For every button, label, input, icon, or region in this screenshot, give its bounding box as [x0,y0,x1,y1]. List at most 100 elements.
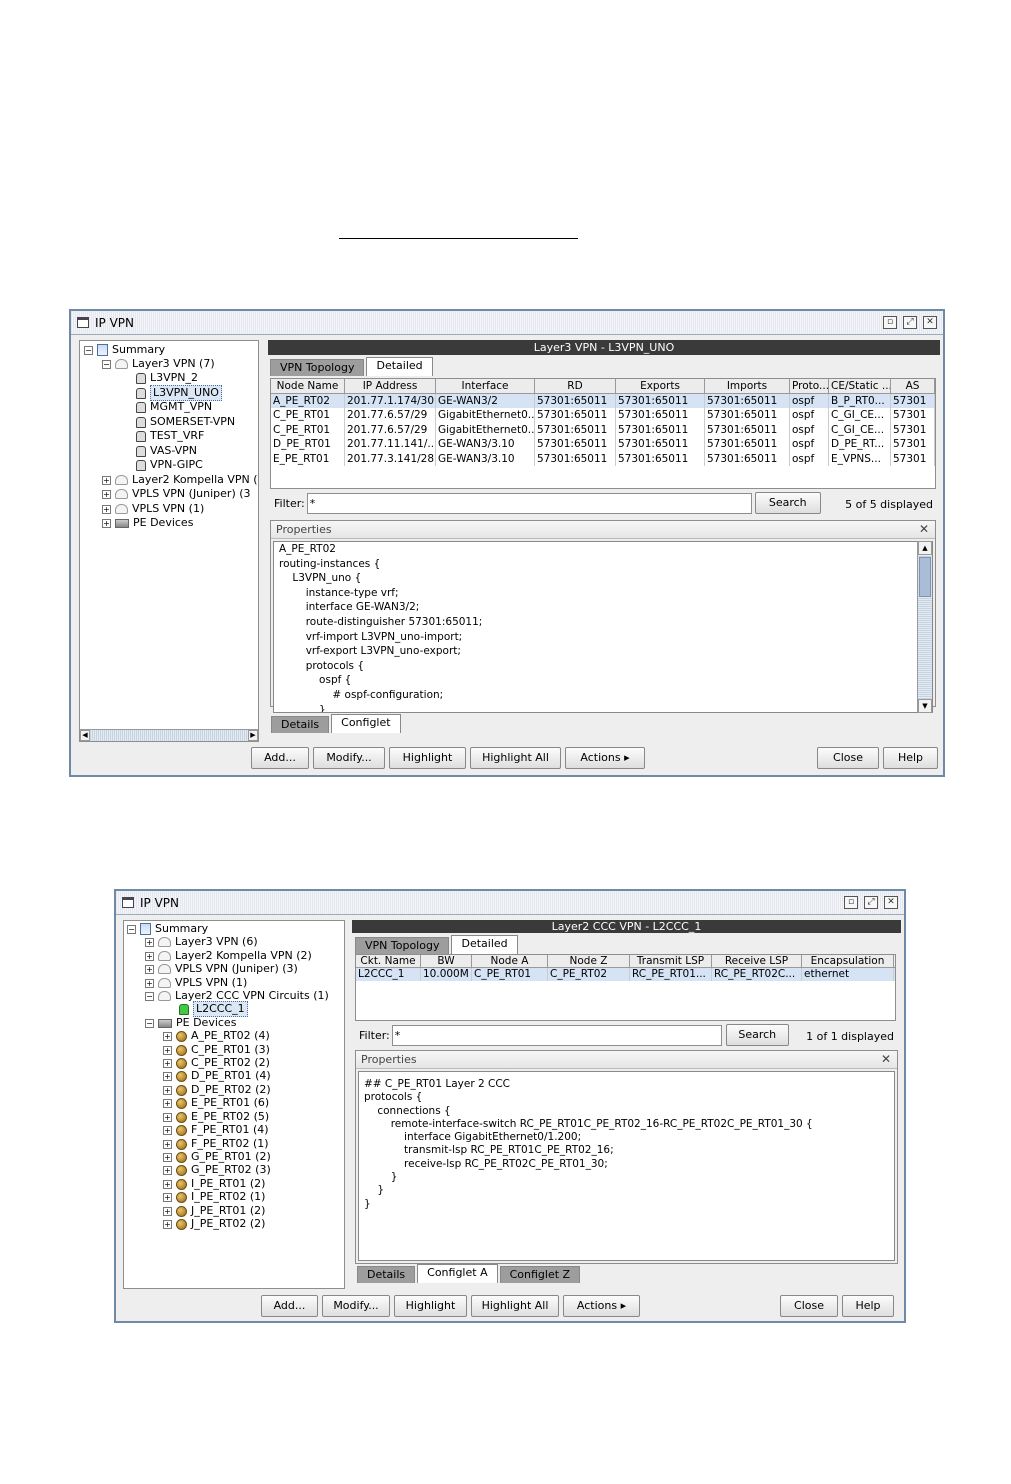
tree-node-l3vpn-uno[interactable]: L3VPN_UNO [136,385,222,401]
tree-node-layer2-kompella[interactable]: + Layer2 Kompella VPN (2) [145,949,312,963]
expand-icon[interactable]: + [145,951,154,961]
tree-node-layer2-kompella[interactable]: + Layer2 Kompella VPN (2 [102,473,258,487]
highlight-button[interactable]: Highlight [389,747,466,769]
tree-node-vas-vpn[interactable]: VAS-VPN [136,444,197,458]
table-row[interactable]: D_PE_RT01 201.77.11.141/... GE-WAN3/3.10… [271,437,935,452]
highlight-all-button[interactable]: Highlight All [471,1295,559,1317]
collapse-icon[interactable]: − [145,1018,154,1028]
help-button[interactable]: Help [883,747,938,769]
tab-details[interactable]: Details [271,716,330,733]
tab-detailed[interactable]: Detailed [451,935,518,954]
scroll-down-icon[interactable]: ▼ [918,699,932,713]
column-header[interactable]: Encapsulation [802,955,894,967]
tree-node-vpn-gipc[interactable]: VPN-GIPC [136,458,203,472]
minimize-icon[interactable]: ▫ [844,896,858,909]
column-header[interactable]: Transmit LSP [630,955,712,967]
expand-icon[interactable]: + [163,1045,172,1055]
actions-menu-button[interactable]: Actions ▸ [563,1295,640,1317]
tree-node-device[interactable]: + F_PE_RT02 (1) [163,1137,269,1151]
expand-icon[interactable]: + [163,1085,172,1095]
expand-icon[interactable]: + [145,937,154,947]
tree-node-summary[interactable]: − Summary [127,922,208,936]
tree-node-device[interactable]: + C_PE_RT01 (3) [163,1043,270,1057]
expand-icon[interactable]: + [163,1206,172,1216]
tree-node-device[interactable]: + C_PE_RT02 (2) [163,1056,270,1070]
close-icon[interactable]: ✕ [919,521,929,538]
tree-node-device[interactable]: + I_PE_RT01 (2) [163,1177,265,1191]
expand-icon[interactable]: + [163,1058,172,1068]
tree-node-device[interactable]: + J_PE_RT01 (2) [163,1204,265,1218]
column-header[interactable]: Node Name [271,379,345,393]
column-header[interactable]: Imports [705,379,790,393]
tree-node-device[interactable]: + D_PE_RT01 (4) [163,1069,271,1083]
table-row[interactable]: E_PE_RT01 201.77.3.141/28 GE-WAN3/3.10 5… [271,451,935,466]
expand-icon[interactable]: + [145,964,154,974]
column-header[interactable]: Ckt. Name [356,955,421,967]
column-header[interactable]: AS [891,379,935,393]
tree-node-device[interactable]: + G_PE_RT02 (3) [163,1163,271,1177]
help-button[interactable]: Help [842,1295,894,1317]
tree-node-device[interactable]: + J_PE_RT02 (2) [163,1217,265,1231]
minimize-icon[interactable]: ▫ [883,316,897,329]
close-icon[interactable]: ✕ [884,896,898,909]
tree-node-device[interactable]: + F_PE_RT01 (4) [163,1123,269,1137]
window-titlebar[interactable]: IP VPN ▫ ⤢ ✕ [71,311,943,335]
tree-node-device[interactable]: + G_PE_RT01 (2) [163,1150,271,1164]
column-header[interactable]: Interface [436,379,535,393]
tab-details[interactable]: Details [357,1266,416,1283]
window-titlebar[interactable]: IP VPN ▫ ⤢ ✕ [116,891,904,915]
expand-icon[interactable]: + [163,1179,172,1189]
tree-node-device[interactable]: + A_PE_RT02 (4) [163,1029,270,1043]
tab-detailed[interactable]: Detailed [366,357,433,376]
tree-node-summary[interactable]: − Summary [84,343,165,357]
expand-icon[interactable]: + [102,489,111,499]
tab-configlet-a[interactable]: Configlet A [417,1264,498,1283]
modify-button[interactable]: Modify... [322,1295,390,1317]
tree-node-vpls-vpn[interactable]: + VPLS VPN (1) [102,502,204,516]
vpn-tree[interactable]: − Summary + Layer3 VPN (6) + Layer2 Kompell… [123,920,345,1289]
column-header[interactable]: Proto... [790,379,829,393]
expand-icon[interactable]: + [145,978,154,988]
properties-vertical-scrollbar[interactable]: ▲ ▼ [917,541,932,713]
collapse-icon[interactable]: − [145,991,154,1001]
tab-vpn-topology[interactable]: VPN Topology [355,937,450,954]
tree-node-device[interactable]: + D_PE_RT02 (2) [163,1083,271,1097]
column-header[interactable]: Node A [472,955,548,967]
column-header[interactable]: BW [421,955,472,967]
tab-configlet[interactable]: Configlet [331,714,401,733]
expand-icon[interactable]: + [163,1071,172,1081]
column-header[interactable]: Receive LSP [712,955,802,967]
filter-input[interactable]: * [391,1024,722,1046]
expand-icon[interactable]: + [163,1098,172,1108]
expand-icon[interactable]: + [163,1031,172,1041]
column-header[interactable]: IP Address [345,379,436,393]
tree-node-pe-devices[interactable]: − PE Devices [145,1016,236,1030]
scroll-up-icon[interactable]: ▲ [918,541,932,555]
tab-configlet-z[interactable]: Configlet Z [499,1266,581,1283]
expand-icon[interactable]: + [163,1192,172,1202]
table-row[interactable]: C_PE_RT01 201.77.6.57/29 GigabitEthernet… [271,408,935,423]
tree-node-layer3-vpn[interactable]: − Layer3 VPN (7) [102,357,215,371]
add-button[interactable]: Add... [261,1295,318,1317]
config-text[interactable]: A_PE_RT02 routing-instances { L3VPN_uno … [273,541,933,713]
column-header[interactable]: Node Z [548,955,630,967]
tree-node-device[interactable]: + E_PE_RT02 (5) [163,1110,269,1124]
close-icon[interactable]: ✕ [923,316,937,329]
expand-icon[interactable]: + [163,1112,172,1122]
close-button[interactable]: Close [817,747,879,769]
tree-node-device[interactable]: + I_PE_RT02 (1) [163,1190,265,1204]
table-row[interactable]: L2CCC_1 10.000M C_PE_RT01 C_PE_RT02 RC_P… [356,968,895,981]
collapse-icon[interactable]: − [102,359,111,369]
expand-icon[interactable]: + [163,1139,172,1149]
scroll-right-icon[interactable]: ▶ [248,730,258,741]
highlight-button[interactable]: Highlight [394,1295,467,1317]
modify-button[interactable]: Modify... [313,747,385,769]
tree-node-somerset-vpn[interactable]: SOMERSET-VPN [136,415,235,429]
table-row[interactable]: C_PE_RT01 201.77.6.57/29 GigabitEthernet… [271,422,935,437]
column-header[interactable]: CE/Static ... [829,379,891,393]
expand-icon[interactable]: + [163,1165,172,1175]
expand-icon[interactable]: + [163,1219,172,1229]
tree-node-l3vpn-2[interactable]: L3VPN_2 [136,371,198,385]
scroll-thumb[interactable] [919,557,931,597]
expand-icon[interactable]: + [102,518,111,528]
